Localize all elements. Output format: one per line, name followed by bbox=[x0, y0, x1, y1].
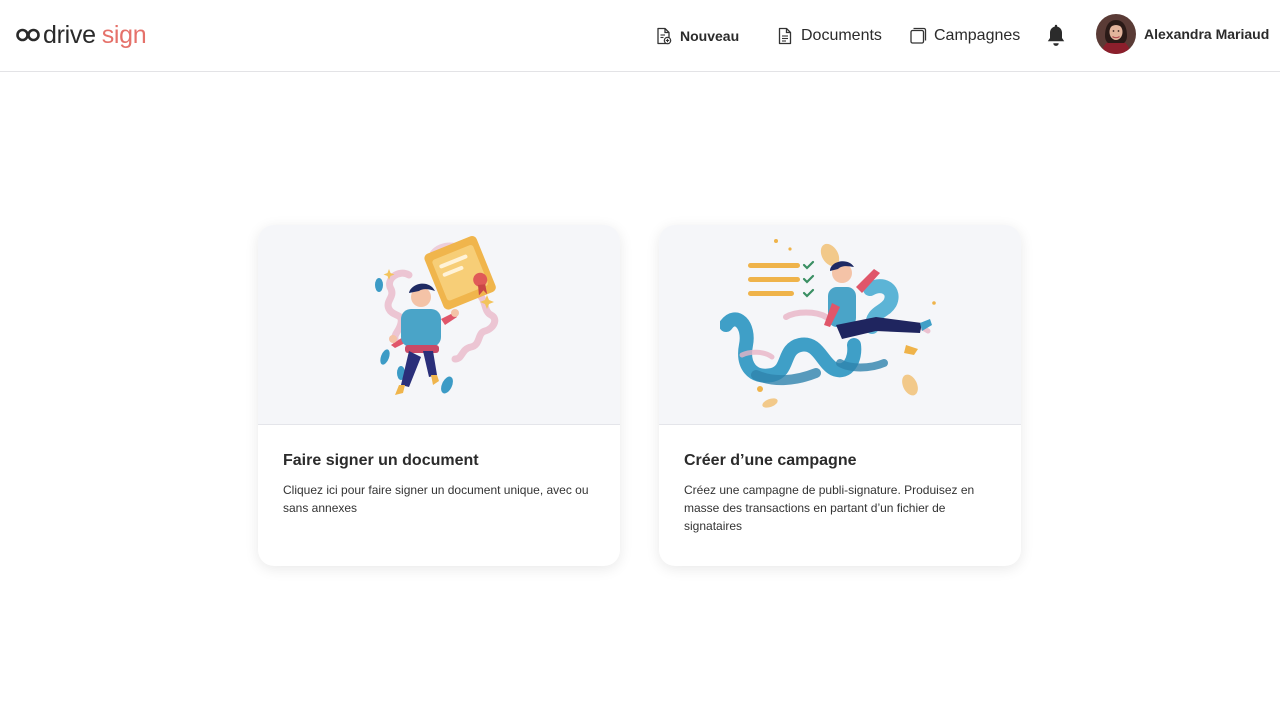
card-description: Créez une campagne de publi-signature. P… bbox=[684, 483, 975, 533]
new-document-label: Nouveau bbox=[680, 28, 740, 44]
card-title: Créer d’une campagne bbox=[684, 452, 857, 469]
logo-text-sign: sign bbox=[101, 20, 147, 49]
person-with-scroll-checklist-illustration bbox=[659, 225, 1021, 425]
new-document-button[interactable]: Nouveau bbox=[655, 0, 739, 72]
sign-document-card[interactable]: Faire signer un document Cliquez ici pou… bbox=[258, 225, 620, 566]
user-menu[interactable]: Alexandra Mariaud bbox=[1096, 14, 1269, 54]
campaigns-nav-link[interactable]: Campagnes bbox=[909, 0, 1020, 72]
card-description: Cliquez ici pour faire signer un documen… bbox=[283, 483, 589, 515]
person-with-certificate-illustration bbox=[258, 225, 620, 425]
documents-label: Documents bbox=[801, 27, 882, 44]
bell-icon[interactable] bbox=[1045, 24, 1067, 48]
documents-nav-link[interactable]: Documents bbox=[776, 0, 882, 72]
campaigns-label: Campagnes bbox=[934, 27, 1021, 44]
document-icon bbox=[778, 27, 792, 45]
card-title: Faire signer un document bbox=[283, 452, 479, 469]
create-campaign-card[interactable]: Créer d’une campagne Créez une campagne … bbox=[659, 225, 1021, 566]
new-document-icon bbox=[657, 27, 672, 45]
logo-text-drive: drive bbox=[43, 20, 96, 49]
infinity-loop-icon bbox=[16, 28, 40, 42]
oodrive-sign-logo[interactable]: drive sign bbox=[16, 18, 147, 52]
user-name: Alexandra Mariaud bbox=[1144, 26, 1270, 42]
avatar bbox=[1096, 14, 1136, 54]
campaigns-icon bbox=[910, 27, 927, 44]
top-navigation-bar: drive sign Nouveau Documents Campagnes A… bbox=[0, 0, 1280, 72]
